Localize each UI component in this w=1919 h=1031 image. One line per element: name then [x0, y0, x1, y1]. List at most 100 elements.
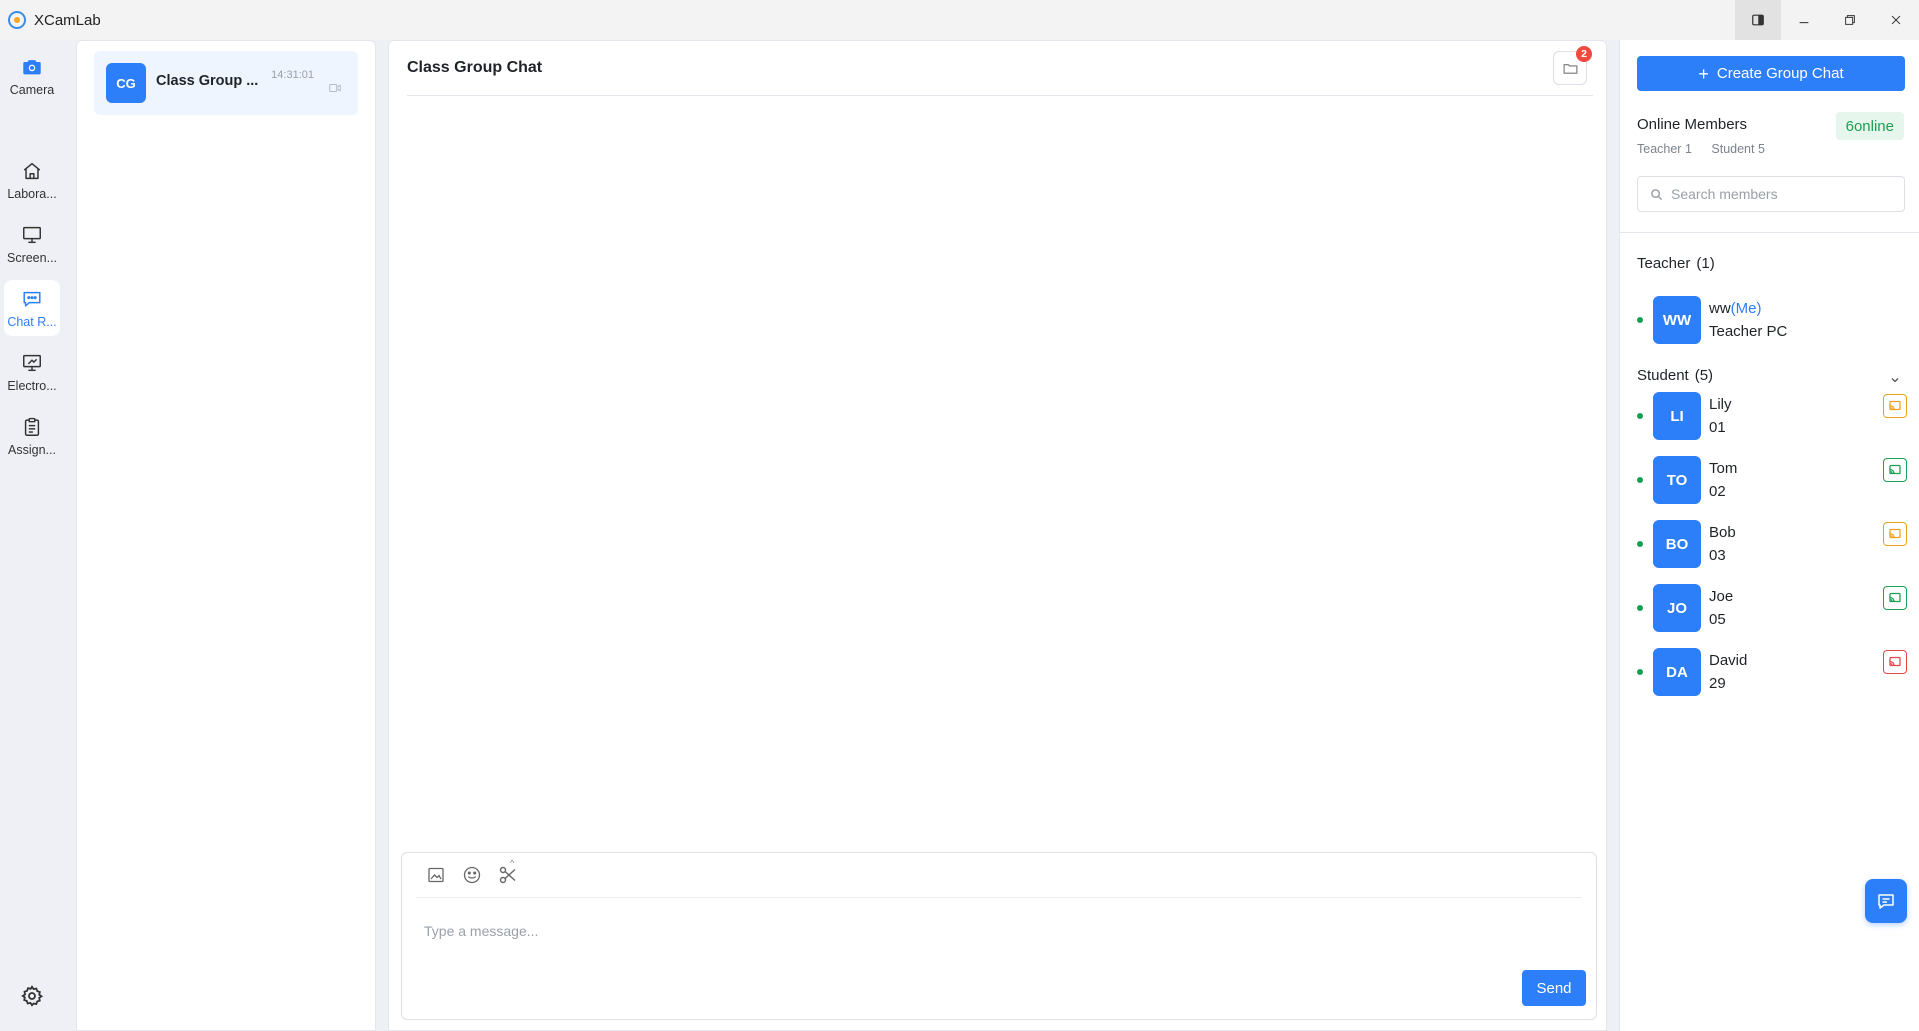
group-files-button[interactable]: 2 [1553, 46, 1592, 85]
conversation-name: Class Group ... [156, 73, 259, 89]
chat-panel: Class Group Chat 2 ^ Send [388, 40, 1607, 1031]
screen-cast-button[interactable] [1883, 586, 1907, 610]
member-name-text: ww [1709, 300, 1731, 317]
send-button[interactable]: Send [1522, 970, 1586, 1006]
nav-label: Camera [9, 82, 55, 97]
restore-icon [1845, 15, 1855, 25]
member-item-student[interactable]: BO Bob 03 [1637, 520, 1907, 568]
cast-icon [1889, 464, 1901, 475]
conversation-time: 14:31:01 [271, 69, 314, 81]
nav-item-camera[interactable]: Camera [4, 48, 60, 104]
conversation-item[interactable]: CG Class Group ... 14:31:01 [94, 51, 358, 115]
cast-icon [1889, 592, 1901, 603]
member-name: David [1709, 652, 1748, 669]
restore-button[interactable] [1827, 0, 1873, 40]
member-search-input[interactable] [1671, 186, 1901, 202]
file-count-badge: 2 [1576, 46, 1592, 62]
nav-label: Electro... [7, 378, 57, 393]
image-button[interactable] [426, 865, 446, 885]
floating-chat-button[interactable] [1865, 879, 1907, 923]
screen-cast-button[interactable] [1883, 650, 1907, 674]
left-nav: Camera Labora... Screen... Chat R... Ele… [0, 40, 64, 1031]
online-count-badge: 6online [1835, 112, 1904, 140]
title-bar: XCamLab [0, 0, 1919, 40]
member-name: ww(Me) [1709, 300, 1762, 317]
panel-toggle-icon [1752, 14, 1764, 26]
member-seat-number: 01 [1709, 419, 1726, 436]
member-item-student[interactable]: TO Tom 02 [1637, 456, 1907, 504]
teacher-online-count: Teacher 1 [1637, 142, 1692, 156]
monitor-icon [23, 226, 41, 243]
member-item-student[interactable]: JO Joe 05 [1637, 584, 1907, 632]
home-icon [23, 162, 41, 179]
nav-item-electronic-whiteboard[interactable]: Electro... [4, 344, 60, 400]
avatar: DA [1653, 648, 1701, 696]
sidebar-toggle-button[interactable] [1735, 0, 1781, 40]
me-tag: (Me) [1730, 300, 1762, 317]
image-icon [428, 867, 444, 883]
minimize-icon [1799, 22, 1809, 24]
student-online-count: Student 5 [1711, 142, 1765, 156]
screen-cast-button[interactable] [1883, 458, 1907, 482]
nav-item-screen[interactable]: Screen... [4, 216, 60, 272]
group-count: (5) [1694, 367, 1714, 384]
member-device: Teacher PC [1709, 323, 1788, 340]
nav-label: Chat R... [7, 314, 57, 329]
member-seat-number: 29 [1709, 675, 1726, 692]
member-search [1637, 176, 1905, 212]
member-seat-number: 03 [1709, 547, 1726, 564]
composer-toolbar: ^ [416, 853, 1582, 898]
online-status-dot [1637, 413, 1643, 419]
student-group-header[interactable]: Student (5) [1637, 367, 1713, 384]
online-status-dot [1637, 669, 1643, 675]
group-label: Student [1637, 367, 1689, 384]
member-name: Lily [1709, 396, 1732, 413]
avatar: LI [1653, 392, 1701, 440]
close-icon [1891, 15, 1901, 25]
message-composer: ^ Send [401, 852, 1597, 1020]
nav-label: Screen... [6, 250, 58, 265]
cast-icon [1889, 528, 1901, 539]
cast-icon [1889, 400, 1901, 411]
close-button[interactable] [1873, 0, 1919, 40]
mute-bell-icon[interactable] [328, 81, 342, 95]
nav-label: Assign... [8, 442, 56, 457]
minimize-button[interactable] [1781, 0, 1827, 40]
member-name: Tom [1709, 460, 1738, 477]
member-item-student[interactable]: DA David 29 [1637, 648, 1907, 696]
chat-icon [23, 291, 41, 307]
app-title: XCamLab [34, 11, 101, 29]
member-name: Joe [1709, 588, 1734, 605]
screenshot-options-caret-icon[interactable]: ^ [510, 858, 514, 868]
member-seat-number: 05 [1709, 611, 1726, 628]
search-icon [1651, 188, 1663, 200]
online-status-dot [1637, 317, 1643, 323]
nav-item-laboratory[interactable]: Labora... [4, 152, 60, 208]
chevron-down-icon[interactable] [1889, 374, 1901, 386]
screen-cast-button[interactable] [1883, 394, 1907, 418]
emoji-button[interactable] [462, 865, 482, 885]
conversation-list: CG Class Group ... 14:31:01 [76, 40, 376, 1031]
member-item-teacher[interactable]: WW ww(Me) Teacher PC [1637, 296, 1907, 344]
nav-item-chat-room[interactable]: Chat R... [4, 280, 60, 336]
clipboard-icon [24, 417, 40, 436]
nav-label: Labora... [7, 186, 57, 201]
teacher-group-header[interactable]: Teacher (1) [1637, 255, 1715, 272]
online-status-dot [1637, 477, 1643, 483]
message-input[interactable] [424, 911, 1564, 951]
avatar: TO [1653, 456, 1701, 504]
settings-gear-icon[interactable] [20, 984, 44, 1008]
online-status-dot [1637, 541, 1643, 547]
member-item-student[interactable]: LI Lily 01 [1637, 392, 1907, 440]
chat-title: Class Group Chat [407, 59, 543, 76]
divider [1620, 232, 1919, 233]
cast-icon [1889, 656, 1901, 667]
avatar: WW [1653, 296, 1701, 344]
app-logo-icon [8, 11, 26, 29]
conversation-avatar: CG [106, 63, 146, 103]
online-status-dot [1637, 605, 1643, 611]
screenshot-button[interactable] [498, 865, 518, 885]
create-group-chat-button[interactable]: + Create Group Chat [1637, 56, 1905, 91]
nav-item-assignment[interactable]: Assign... [4, 408, 60, 464]
screen-cast-button[interactable] [1883, 522, 1907, 546]
